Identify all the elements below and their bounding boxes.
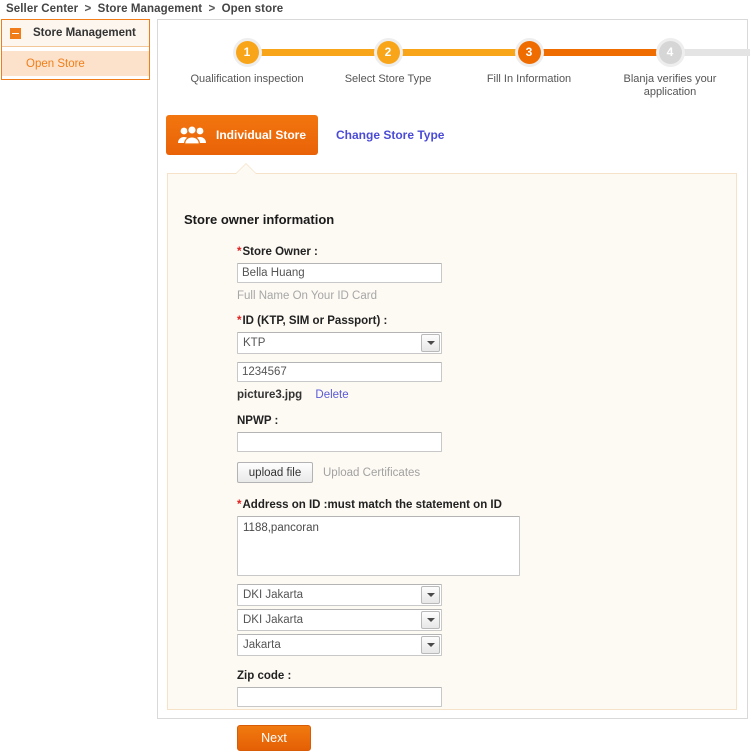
step-connector-1-2 [247, 49, 388, 56]
chevron-down-icon[interactable] [421, 334, 440, 352]
store-owner-label-text: Store Owner : [242, 246, 318, 258]
step-5[interactable]: 5 Success [743, 41, 750, 86]
breadcrumb: Seller Center > Store Management > Open … [6, 3, 283, 15]
delete-id-file-link[interactable]: Delete [315, 389, 348, 401]
step-3-number: 3 [517, 41, 541, 64]
id-type-select[interactable]: KTP [237, 332, 442, 354]
sidebar-header[interactable]: Store Management [2, 20, 149, 47]
step-2-number: 2 [376, 41, 400, 64]
progress-stepper: 1 Qualification inspection 2 Select Stor… [166, 41, 750, 109]
step-1-number: 1 [235, 41, 259, 64]
store-owner-label: *Store Owner : [237, 245, 707, 259]
step-5-label: Success [743, 73, 750, 86]
address-label-text: Address on ID :must match the statement … [242, 499, 502, 511]
step-1-label: Qualification inspection [190, 73, 304, 85]
tab-individual-store-label: Individual Store [216, 128, 307, 142]
step-1[interactable]: 1 Qualification inspection [179, 41, 315, 86]
address-textarea[interactable] [237, 516, 520, 576]
sidebar: Store Management Open Store [1, 19, 150, 80]
id-number-input[interactable] [237, 362, 442, 382]
store-type-row: Individual Store Change Store Type [166, 115, 444, 155]
breadcrumb-item-seller-center[interactable]: Seller Center [6, 3, 78, 15]
upload-file-button[interactable]: upload file [237, 462, 313, 483]
step-3[interactable]: 3 Fill In Information [461, 41, 597, 86]
step-4-number: 4 [658, 41, 682, 64]
step-connector-2-3 [388, 49, 529, 56]
main-panel: 1 Qualification inspection 2 Select Stor… [157, 19, 750, 751]
npwp-input[interactable] [237, 432, 442, 452]
id-type-selected-value: KTP [243, 337, 266, 349]
sidebar-item-open-store[interactable]: Open Store [2, 51, 149, 76]
province-selected-value: DKI Jakarta [243, 589, 304, 601]
chevron-down-icon[interactable] [421, 586, 440, 604]
step-connector-3-4 [529, 49, 670, 56]
next-button[interactable]: Next [237, 725, 311, 751]
tab-individual-store[interactable]: Individual Store [166, 115, 318, 155]
step-connector-4-5 [670, 49, 750, 56]
city-select[interactable]: DKI Jakarta [237, 609, 442, 631]
breadcrumb-item-store-management[interactable]: Store Management [98, 3, 202, 15]
chevron-down-icon[interactable] [421, 636, 440, 654]
minus-square-icon[interactable] [10, 27, 21, 39]
change-store-type-link[interactable]: Change Store Type [336, 128, 444, 142]
form-fields: *Store Owner : Full Name On Your ID Card… [237, 234, 707, 751]
province-select[interactable]: DKI Jakarta [237, 584, 442, 606]
zip-code-label: Zip code : [237, 670, 292, 682]
city-selected-value: DKI Jakarta [243, 614, 304, 626]
upload-certificates-note: Upload Certificates [323, 466, 421, 479]
step-4-label: Blanja verifies your application [623, 73, 717, 98]
breadcrumb-separator: > [208, 3, 216, 15]
panel-title: Store owner information [184, 212, 335, 227]
chevron-down-icon[interactable] [421, 611, 440, 629]
sidebar-item-label: Open Store [26, 57, 85, 70]
id-type-label: *ID (KTP, SIM or Passport) : [237, 314, 707, 328]
address-label: *Address on ID :must match the statement… [237, 498, 707, 512]
panel-pointer-arrow [235, 163, 257, 174]
npwp-label: NPWP : [237, 415, 279, 427]
id-type-label-text: ID (KTP, SIM or Passport) : [242, 315, 388, 327]
store-owner-hint: Full Name On Your ID Card [237, 290, 377, 302]
npwp-upload-row: upload file Upload Certificates [237, 462, 707, 483]
store-owner-input[interactable] [237, 263, 442, 283]
step-2[interactable]: 2 Select Store Type [320, 41, 456, 86]
step-2-label: Select Store Type [344, 73, 432, 85]
district-selected-value: Jakarta [243, 639, 281, 651]
breadcrumb-separator: > [84, 3, 92, 15]
store-owner-form-panel: Store owner information *Store Owner : F… [167, 163, 737, 751]
id-file-name: picture3.jpg [237, 389, 303, 401]
step-3-label: Fill In Information [486, 73, 572, 85]
id-file-row: picture3.jpg Delete [237, 389, 707, 401]
district-select[interactable]: Jakarta [237, 634, 442, 656]
breadcrumb-item-open-store: Open store [221, 3, 284, 15]
zip-code-input[interactable] [237, 687, 442, 707]
sidebar-header-label: Store Management [33, 27, 136, 39]
people-group-icon [172, 125, 212, 145]
